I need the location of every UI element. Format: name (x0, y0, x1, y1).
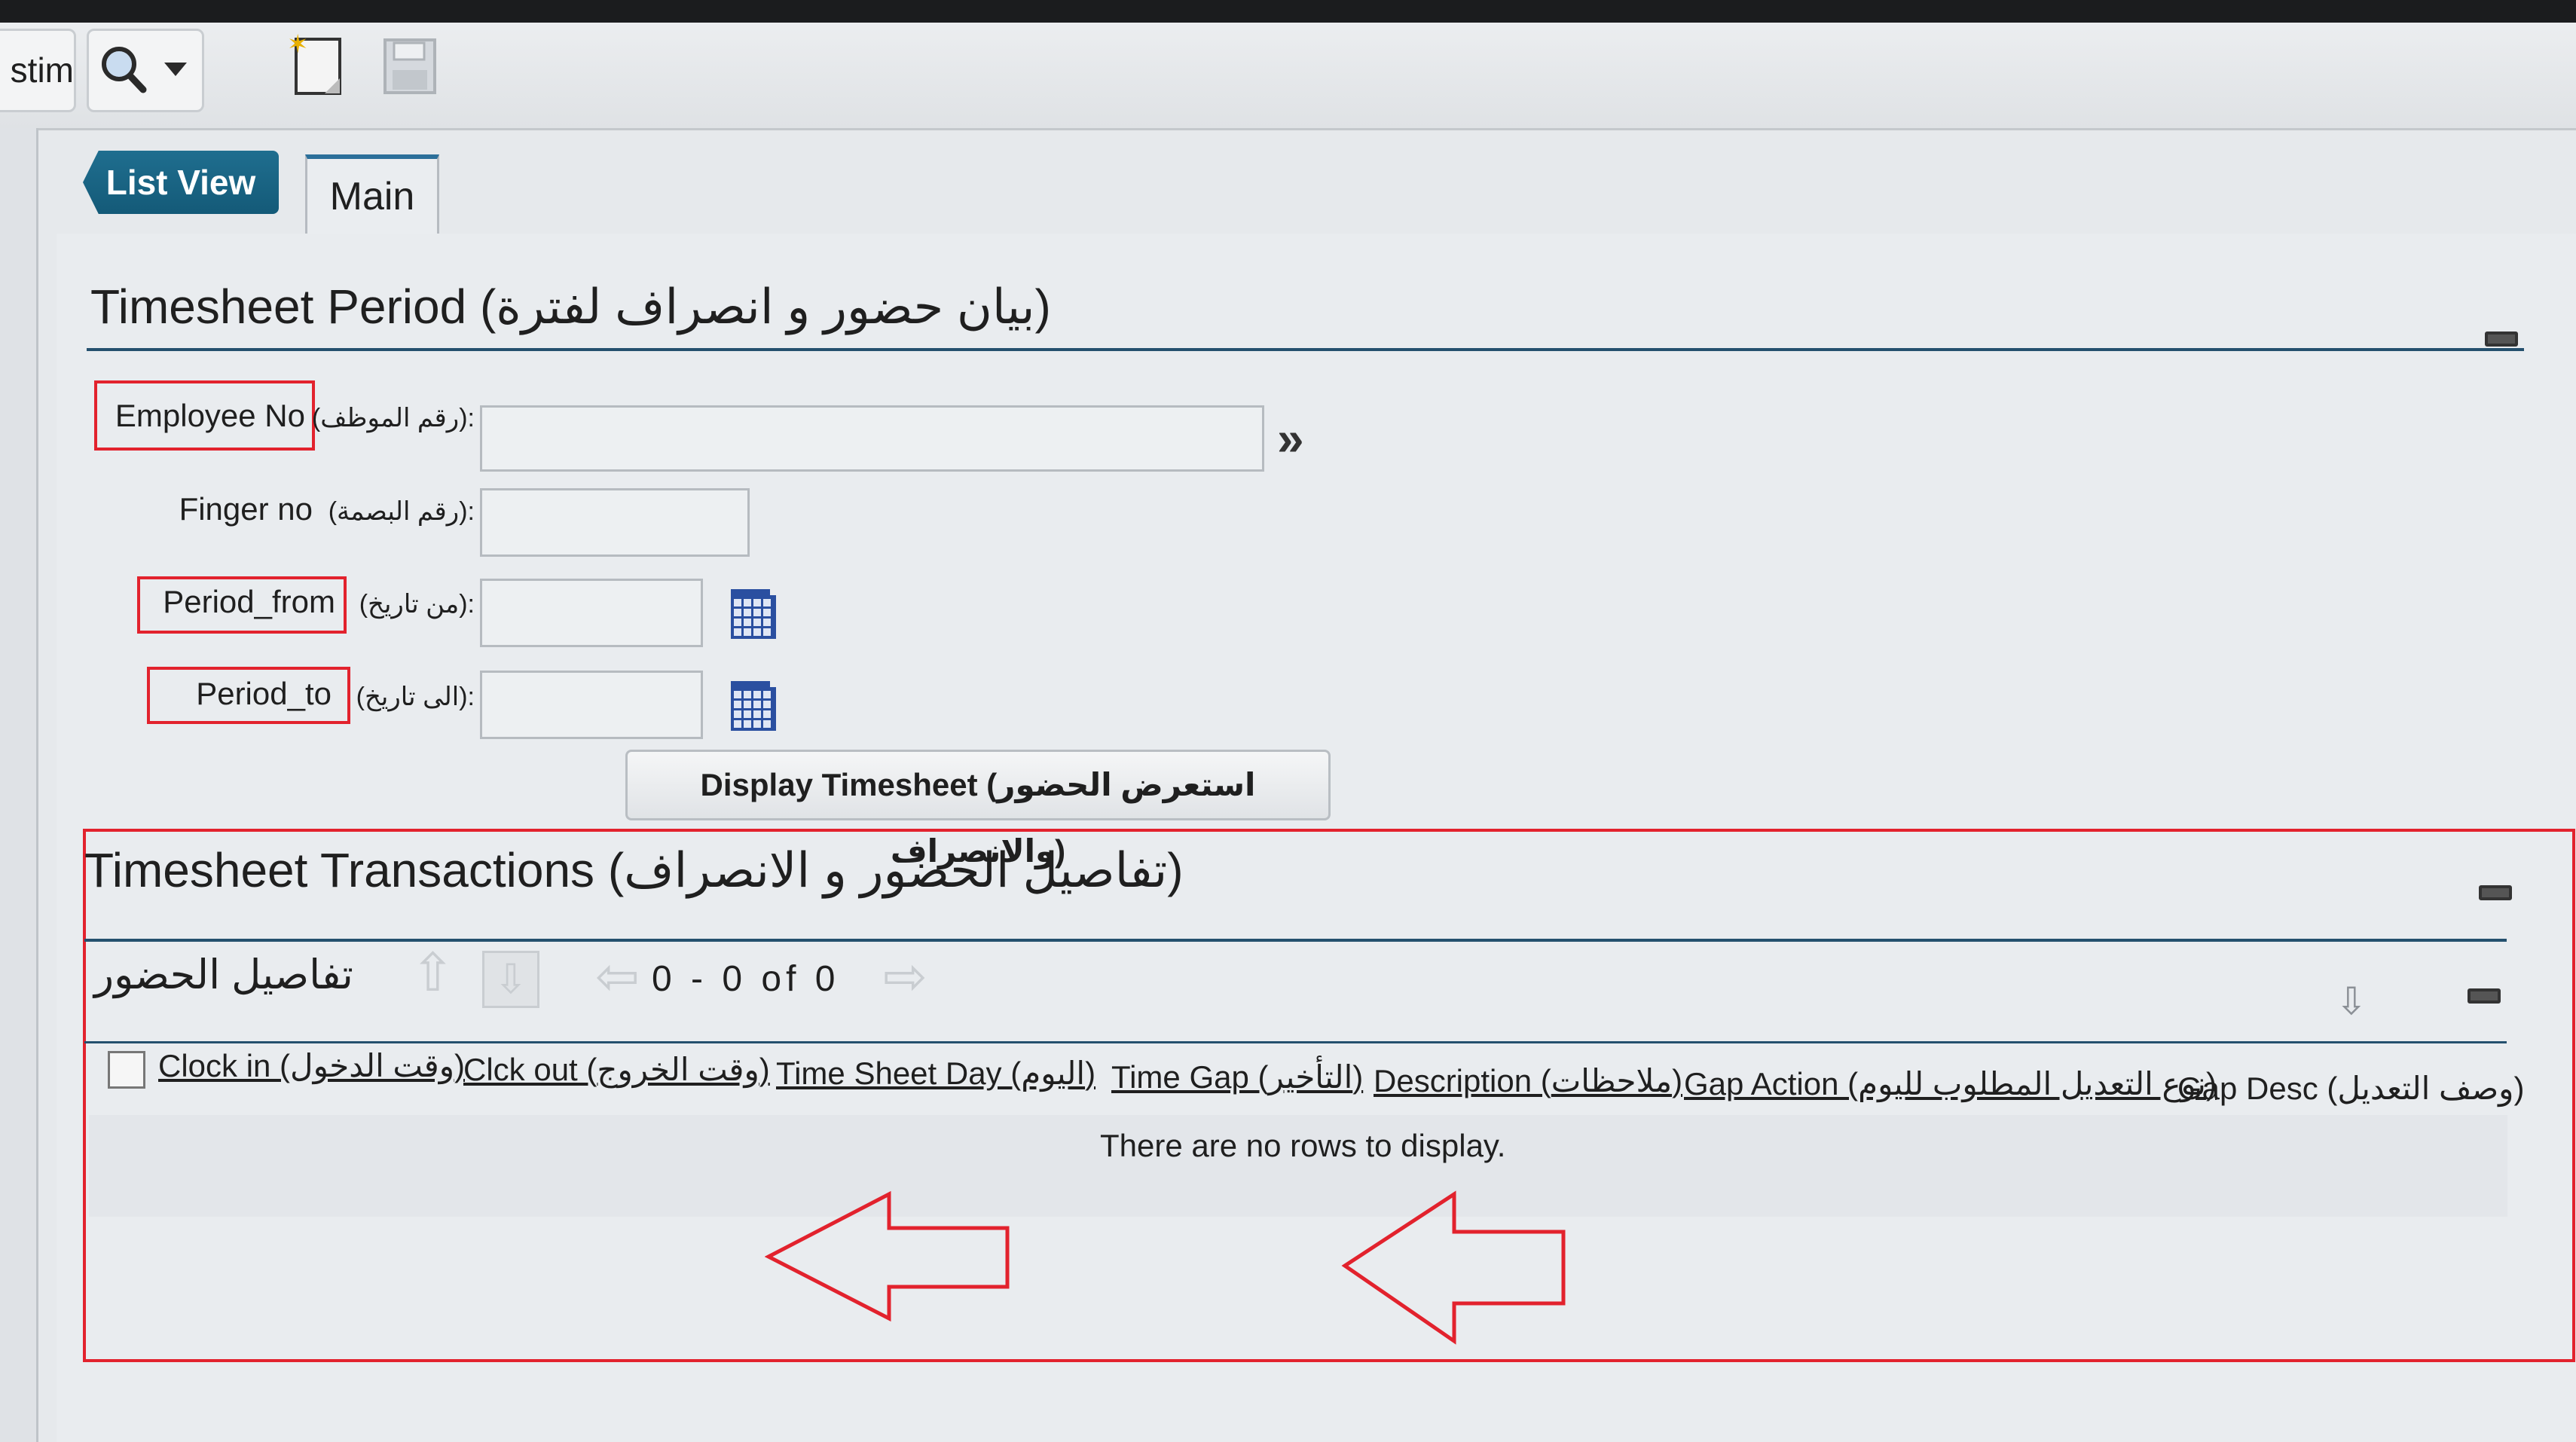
section-divider (87, 348, 2524, 351)
column-gap-desc[interactable]: Gap Desc (وصف التعديل) (2177, 1070, 2524, 1107)
empty-message: There are no rows to display. (1100, 1128, 1506, 1163)
new-record-icon: ✶ (287, 29, 341, 95)
period-from-label-ar: (من تاريخ): (359, 590, 475, 619)
period-to-input[interactable] (480, 671, 703, 739)
employee-no-label: Employee No (115, 398, 305, 433)
finger-no-label: Finger no (179, 491, 313, 527)
save-icon (383, 38, 436, 94)
left-strip (0, 128, 38, 1442)
arrow-up-icon[interactable]: ⇧ (411, 942, 455, 1004)
grid-divider (84, 1041, 2507, 1043)
calendar-icon[interactable] (731, 681, 776, 731)
period-to-label: Period_to (196, 676, 332, 711)
annotation-arrow-left (1341, 1190, 1566, 1345)
select-all-checkbox[interactable] (108, 1051, 145, 1089)
search-icon (102, 47, 187, 93)
export-icon[interactable]: ⇩ (2336, 979, 2367, 1023)
tab-main[interactable]: Main (305, 154, 439, 240)
grid-subtitle: تفاصيل الحضور (94, 952, 353, 997)
chevron-double-right-icon[interactable]: » (1277, 411, 1304, 466)
period-from-input[interactable] (480, 579, 703, 647)
chevron-down-icon (164, 63, 187, 76)
prev-page-icon[interactable]: ⇦ (595, 946, 640, 1007)
collapse-icon[interactable] (2479, 885, 2512, 900)
employee-no-input[interactable] (480, 405, 1264, 472)
finger-no-input[interactable] (480, 488, 750, 557)
tab-list-view[interactable]: List View (83, 151, 279, 214)
search-label[interactable]: stim (0, 29, 76, 112)
top-edge (0, 0, 2576, 23)
search-dropdown-button[interactable] (87, 29, 204, 112)
annotation-arrow-left (765, 1190, 1010, 1322)
collapse-icon[interactable] (2468, 988, 2501, 1004)
calendar-icon[interactable] (731, 589, 776, 639)
next-page-icon[interactable]: ⇨ (883, 946, 927, 1007)
column-description[interactable]: Description (ملاحظات) (1374, 1062, 1682, 1099)
period-to-label-ar: (الى تاريخ): (356, 683, 475, 711)
timesheet-period-title: Timesheet Period (بيان حضور و انصراف لفت… (90, 280, 1051, 334)
column-timesheet-day[interactable]: Time Sheet Day (اليوم) (776, 1055, 1095, 1092)
timesheet-transactions-title: Timesheet Transactions (تفاصيل الحضور و … (84, 843, 1184, 897)
pager-text: 0 - 0 of 0 (652, 959, 840, 999)
svg-text:✶: ✶ (287, 30, 309, 60)
arrow-down-icon[interactable]: ⇩ (482, 951, 539, 1008)
collapse-icon[interactable] (2485, 331, 2518, 347)
column-gap-action[interactable]: Gap Action (نوع التعديل المطلوب لليوم) (1684, 1065, 2217, 1102)
new-record-button[interactable]: ✶ (283, 29, 354, 102)
employee-no-label-ar: (رقم الموظف): (311, 404, 475, 432)
display-timesheet-button[interactable]: Display Timesheet (استعرض الحضور والانصر… (625, 750, 1331, 869)
finger-no-label-ar: (رقم البصمة): (328, 497, 475, 526)
column-time-gap[interactable]: Time Gap (التأخير) (1111, 1059, 1363, 1095)
column-clock-out[interactable]: Clck out (وقت الخروج) (463, 1051, 770, 1088)
period-from-label: Period_from (163, 584, 335, 619)
column-clock-in[interactable]: Clock in (وقت الدخول) (158, 1047, 465, 1084)
save-button[interactable] (380, 34, 441, 98)
